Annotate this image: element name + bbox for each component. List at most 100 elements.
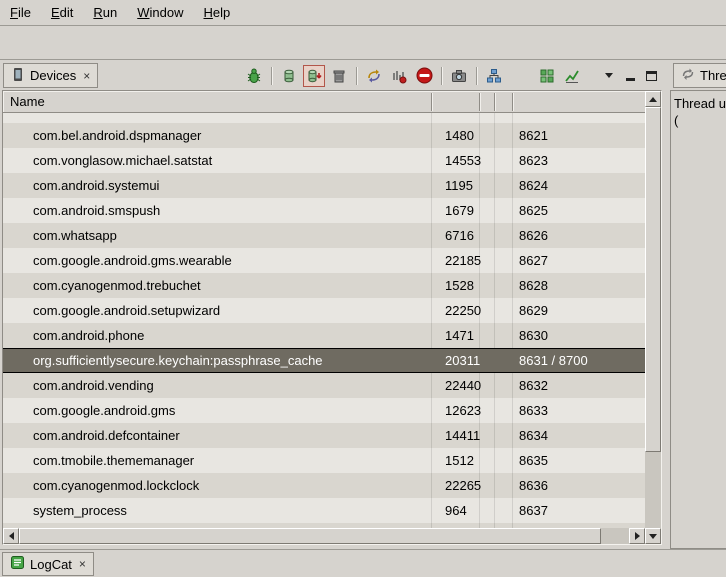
toolbar-separator: [441, 67, 442, 85]
close-icon[interactable]: ×: [79, 557, 86, 571]
table-row[interactable]: com.android.defcontainer144118634: [3, 423, 645, 448]
maximize-icon[interactable]: [642, 67, 660, 85]
cell-process-name: com.android.smspush: [3, 203, 431, 218]
column-separator[interactable]: [494, 93, 495, 111]
menu-edit[interactable]: Edit: [51, 5, 73, 20]
table-row[interactable]: com.tmobile.thememanager1512 8635: [3, 448, 645, 473]
column-separator[interactable]: [479, 93, 480, 111]
table-row[interactable]: com.cyanogenmod.trebuchet15288628: [3, 273, 645, 298]
cell-process-name: com.vonglasow.michael.satstat: [3, 153, 431, 168]
threads-message-line2: (: [674, 112, 726, 129]
cell-port: 8629: [512, 303, 645, 318]
cell-port: 8625: [512, 203, 645, 218]
threads-icon: [681, 67, 695, 84]
table-row[interactable]: com.cyanogenmod.lockclock222658636: [3, 473, 645, 498]
scroll-up-button[interactable]: [645, 91, 661, 107]
table-row[interactable]: com.android.systemui11958624: [3, 173, 645, 198]
table-row[interactable]: com.vonglasow.michael.satstat145538623: [3, 148, 645, 173]
partial-row-strip: [3, 113, 645, 123]
menu-help[interactable]: Help: [203, 5, 230, 20]
cell-port: 8636: [512, 478, 645, 493]
cell-process-name: com.cyanogenmod.trebuchet: [3, 278, 431, 293]
horizontal-scrollbar[interactable]: [3, 528, 645, 544]
cell-port: 8628: [512, 278, 645, 293]
cell-port: 8626: [512, 228, 645, 243]
stop-process-icon[interactable]: [413, 65, 435, 87]
scroll-left-button[interactable]: [3, 528, 19, 544]
threads-content: Thread up (: [670, 90, 726, 549]
screen-capture-icon[interactable]: [448, 65, 470, 87]
column-header-name[interactable]: Name: [10, 94, 45, 109]
table-row[interactable]: org.sufficientlysecure.keychain:passphra…: [3, 348, 645, 373]
column-grid-line: [479, 113, 480, 528]
column-separator[interactable]: [431, 93, 432, 111]
scroll-right-button[interactable]: [629, 528, 645, 544]
device-table-rows: com.bel.android.dspmanager14808621com.vo…: [3, 113, 645, 528]
systrace-icon[interactable]: [561, 65, 583, 87]
cell-pid: 1195: [431, 178, 479, 193]
menu-window[interactable]: Window: [137, 5, 183, 20]
cell-pid: 1480: [431, 128, 479, 143]
dump-hprof-icon[interactable]: [303, 65, 325, 87]
table-row[interactable]: com.whatsapp6716 8626: [3, 223, 645, 248]
vertical-scrollbar[interactable]: [645, 91, 661, 544]
table-row[interactable]: com.google.android.gms.wearable221858627: [3, 248, 645, 273]
device-table-header[interactable]: Name: [3, 91, 645, 113]
cell-pid: 1471: [431, 328, 479, 343]
cell-pid: 12623: [431, 403, 479, 418]
close-icon[interactable]: ×: [83, 69, 90, 83]
update-heap-icon[interactable]: [278, 65, 300, 87]
minimize-icon[interactable]: [621, 67, 639, 85]
cell-pid: 1512: [431, 453, 479, 468]
table-row[interactable]: com.android.smspush16798625: [3, 198, 645, 223]
main-area: Devices ×: [0, 60, 726, 549]
cell-port: 8637: [512, 503, 645, 518]
debug-process-icon[interactable]: [243, 65, 265, 87]
cell-process-name: com.whatsapp: [3, 228, 431, 243]
tab-logcat[interactable]: LogCat ×: [2, 552, 94, 576]
cell-process-name: system_process: [3, 503, 431, 518]
cell-port: 8624: [512, 178, 645, 193]
device-table: Name com.bel.android.dspmanager14808621c…: [2, 90, 662, 545]
tab-devices[interactable]: Devices ×: [3, 63, 98, 88]
cell-process-name: com.google.android.gms: [3, 403, 431, 418]
threads-view: Threads Thread up (: [670, 60, 726, 549]
bottom-tab-strip: LogCat ×: [0, 549, 726, 577]
column-grid-line: [431, 113, 432, 528]
tab-threads[interactable]: Threads: [673, 63, 726, 88]
cell-port: 8635: [512, 453, 645, 468]
view-menu-icon[interactable]: [600, 67, 618, 85]
table-row[interactable]: com.android.phone14718630: [3, 323, 645, 348]
main-toolbar-strip: [0, 26, 726, 60]
scroll-down-button[interactable]: [645, 528, 661, 544]
start-method-profiling-icon[interactable]: [388, 65, 410, 87]
toolbar-separator: [271, 67, 272, 85]
devices-tabbar: Devices ×: [0, 60, 666, 90]
tab-threads-label: Threads: [700, 68, 726, 83]
cell-port: 8633: [512, 403, 645, 418]
cell-pid: 20311: [431, 353, 479, 368]
column-separator[interactable]: [512, 93, 513, 111]
table-row[interactable]: com.google.android.setupwizard222508629: [3, 298, 645, 323]
cell-port: 8631 / 8700: [512, 353, 645, 368]
table-row[interactable]: com.android.vending224408632: [3, 373, 645, 398]
table-row[interactable]: system_process9648637: [3, 498, 645, 523]
cause-gc-icon[interactable]: [328, 65, 350, 87]
menu-file[interactable]: File: [10, 5, 31, 20]
horizontal-scroll-thumb[interactable]: [19, 528, 601, 544]
update-threads-icon[interactable]: [363, 65, 385, 87]
tree-view-icon[interactable]: [536, 65, 558, 87]
cell-process-name: com.google.android.gms.wearable: [3, 253, 431, 268]
cell-pid: 6716: [431, 228, 479, 243]
table-row[interactable]: com.bel.android.dspmanager14808621: [3, 123, 645, 148]
cell-process-name: com.tmobile.thememanager: [3, 453, 431, 468]
column-grid-line: [494, 113, 495, 528]
menu-run[interactable]: Run: [93, 5, 117, 20]
dump-view-hierarchy-icon[interactable]: [483, 65, 505, 87]
devices-toolbar: [243, 63, 660, 88]
table-row[interactable]: com.google.android.gms12623 8633: [3, 398, 645, 423]
threads-message-line1: Thread up: [674, 95, 726, 112]
vertical-scroll-thumb[interactable]: [645, 107, 661, 452]
tab-devices-label: Devices: [30, 68, 76, 83]
cell-port: 8623: [512, 153, 645, 168]
